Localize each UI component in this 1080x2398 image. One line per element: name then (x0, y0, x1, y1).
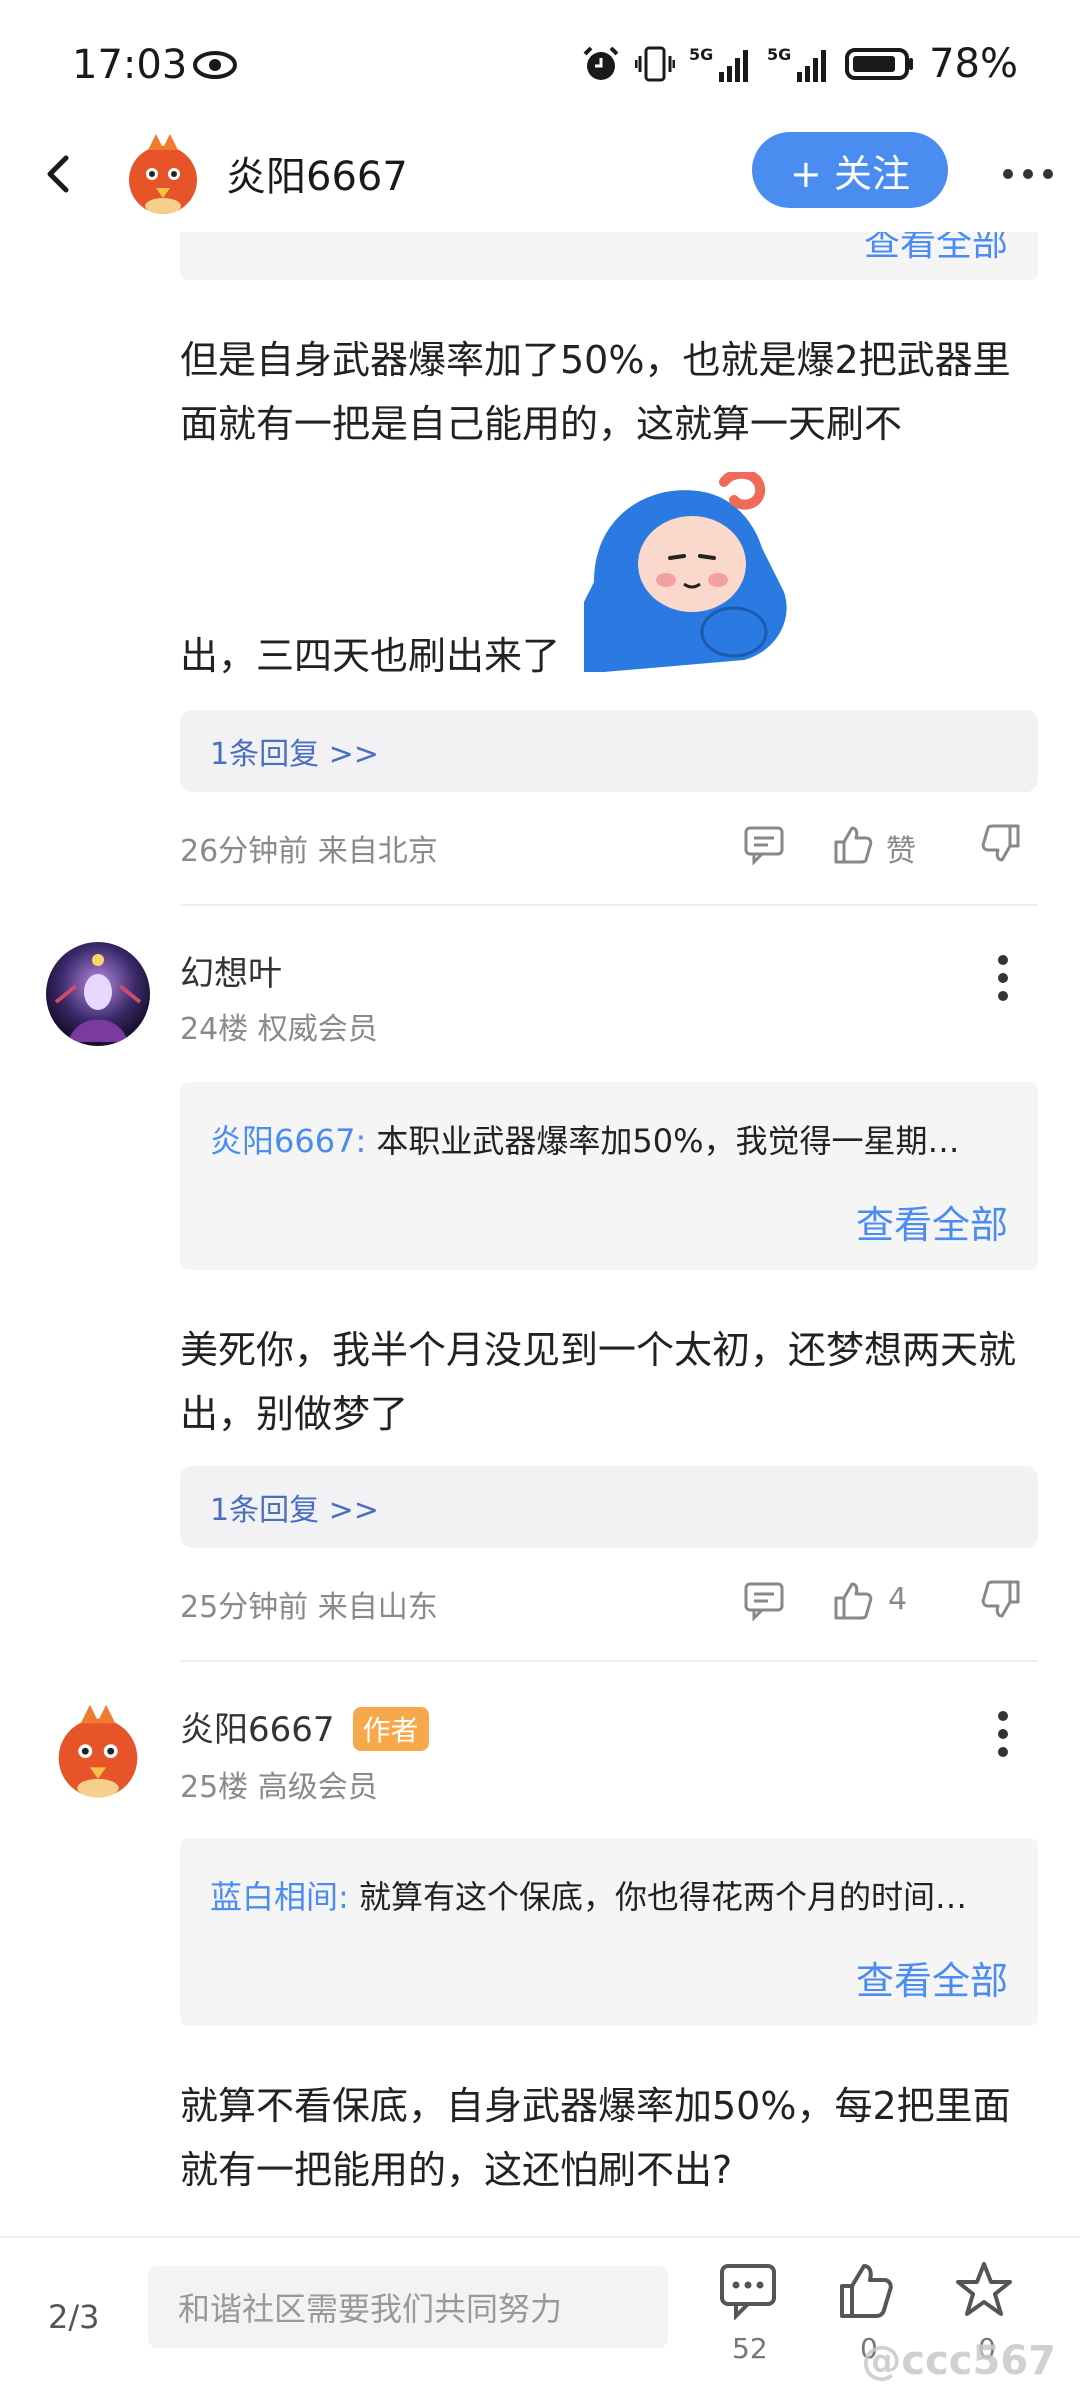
quoted-comment[interactable]: 蓝白相间: 就算有这个保底，你也得花两个月的时间… 查看全部 (180, 1838, 1038, 2026)
quoted-comment[interactable]: 炎阳6667: 本职业武器爆率加50%，我觉得一星期… 查看全部 (180, 1082, 1038, 1270)
comment-icon[interactable] (718, 2260, 778, 2320)
quote-line: 蓝白相间: 就算有这个保底，你也得花两个月的时间… (210, 1872, 1018, 1918)
signal-5g-icon-1: 5G (689, 45, 749, 82)
comment-meta: 25分钟前 来自山东 4 (180, 1574, 1038, 1625)
thumbs-down-icon[interactable] (980, 822, 1024, 866)
comment-time-location: 26分钟前 来自北京 (180, 834, 438, 869)
avatar-fantasy-icon (46, 942, 150, 1046)
bottom-action-bar: 2/3 和谐社区需要我们共同努力 52 0 0 @ccc567 (0, 2236, 1080, 2398)
view-replies-button[interactable]: 1条回复 >> (180, 710, 1038, 792)
thumbs-down-icon[interactable] (980, 1578, 1024, 1622)
alarm-icon (583, 46, 619, 80)
view-replies-button[interactable]: 1条回复 >> (180, 1466, 1038, 1548)
comment-text: 美死你，我半个月没见到一个太初，还梦想两天就出，别做梦了 (180, 1328, 1017, 1436)
avatar[interactable] (46, 1698, 150, 1802)
comment-floor: 24楼 权威会员 (180, 1012, 378, 1047)
eye-icon (193, 51, 237, 79)
like-icon[interactable] (836, 2260, 896, 2320)
like-label[interactable]: 赞 (886, 826, 916, 870)
status-time: 17:03 (72, 42, 188, 88)
quote-author[interactable]: 蓝白相间: (210, 1878, 349, 1916)
svg-text:5G: 5G (767, 45, 791, 64)
comment-floor: 25楼 高级会员 (180, 1770, 378, 1805)
thumbs-up-icon[interactable] (830, 822, 874, 866)
quote-text: 本职业武器爆率加50%，我觉得一星期… (376, 1122, 960, 1160)
quote-author[interactable]: 炎阳6667: (210, 1122, 366, 1160)
comment-more-icon[interactable] (988, 948, 1018, 1008)
like-count: 4 (888, 1582, 908, 1617)
divider (180, 904, 1038, 906)
battery-icon (845, 48, 914, 80)
comment-author-row: 炎阳6667 作者 (180, 1702, 429, 1754)
divider (180, 1660, 1038, 1662)
vibrate-icon (635, 46, 676, 82)
comment-text: 但是自身武器爆率加了50%，也就是爆2把武器里面就有一把是自己能用的，这就算一天… (180, 338, 1011, 446)
avatar[interactable] (46, 942, 150, 1046)
status-icons: 5G 5G 78% (581, 41, 1018, 87)
comment-input[interactable]: 和谐社区需要我们共同努力 (148, 2266, 668, 2348)
avatar-chick-icon (46, 1698, 150, 1802)
comment-meta: 26分钟前 来自北京 赞 (180, 818, 1038, 870)
comment-text: 就算不看保底，自身武器爆率加50%，每2把里面就有一把能用的，这还怕刷不出? (180, 2084, 1011, 2192)
signal-5g-icon-2: 5G (767, 45, 827, 82)
avatar[interactable] (118, 128, 208, 218)
thumbs-up-icon[interactable] (830, 1578, 874, 1622)
watermark: @ccc567 (861, 2338, 1056, 2384)
avatar-chick-icon (118, 128, 208, 218)
more-options-icon[interactable] (1000, 156, 1056, 192)
battery-level: 78% (929, 41, 1018, 87)
comment-author[interactable]: 幻想叶 (180, 946, 282, 995)
svg-text:5G: 5G (689, 45, 713, 64)
status-bar: 17:03 5G 5G 78% (0, 0, 1080, 130)
sticker-blue-character-icon (584, 472, 798, 676)
follow-button[interactable]: + 关注 (752, 132, 948, 208)
quote-text: 就算有这个保底，你也得花两个月的时间… (358, 1878, 967, 1916)
header-username[interactable]: 炎阳6667 (226, 144, 408, 202)
reply-icon[interactable] (742, 822, 786, 866)
comment-count: 52 (732, 2332, 768, 2365)
comment-text-continued: 出，三四天也刷出来了 (180, 634, 561, 678)
reply-icon[interactable] (742, 1578, 786, 1622)
star-icon[interactable] (954, 2260, 1014, 2320)
comment-author[interactable]: 炎阳6667 (180, 1710, 335, 1750)
back-arrow-icon[interactable] (30, 144, 90, 204)
author-badge: 作者 (352, 1706, 429, 1751)
comment-more-icon[interactable] (988, 1704, 1018, 1764)
view-all-link[interactable]: 查看全部 (856, 1194, 1008, 1249)
comment-time-location: 25分钟前 来自山东 (180, 1590, 438, 1625)
view-all-link[interactable]: 查看全部 (856, 1950, 1008, 2005)
post-header: 炎阳6667 + 关注 (0, 120, 1080, 232)
page-indicator[interactable]: 2/3 (48, 2298, 100, 2336)
quote-line: 炎阳6667: 本职业武器爆率加50%，我觉得一星期… (210, 1116, 1018, 1162)
